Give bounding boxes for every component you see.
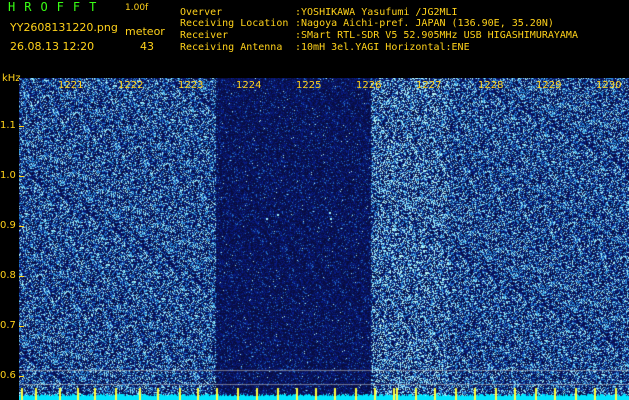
version-label: 1.00f [125, 3, 149, 13]
y-tick-mark [19, 376, 24, 377]
y-tick-label: 0.8 [0, 270, 16, 281]
antenna-value: :10mH 3el.YAGI Horizontal:ENE [295, 42, 470, 53]
x-tick-label: 1221 [58, 80, 84, 91]
y-unit-label: kHz [2, 73, 21, 84]
x-tick-label: 1226 [356, 80, 382, 91]
y-tick-label: 1.1 [0, 120, 16, 131]
filename-label: YY2608131220.png [10, 21, 118, 34]
x-tick-label: 1222 [118, 80, 144, 91]
y-tick-mark [19, 326, 24, 327]
y-tick-mark [19, 126, 24, 127]
x-tick-label: 1224 [236, 80, 262, 91]
y-tick-mark [19, 176, 24, 177]
spectrogram-canvas [19, 78, 629, 400]
antenna-line: Receiving Antenna [180, 42, 283, 53]
meteor-count: 43 [140, 40, 154, 53]
location-value: :Nagoya Aichi-pref. JAPAN (136.90E, 35.2… [295, 18, 554, 29]
x-tick-label: 1223 [178, 80, 204, 91]
x-tick-label: 1227 [416, 80, 442, 91]
meteor-label: meteor [125, 25, 165, 38]
datetime-label: 26.08.13 12:20 [10, 40, 95, 53]
y-tick-label: 0.7 [0, 320, 16, 331]
x-tick-label: 1229 [536, 80, 562, 91]
y-tick-label: 0.9 [0, 220, 16, 231]
receiver-line: Receiver [180, 30, 229, 41]
y-tick-mark [19, 226, 24, 227]
y-tick-mark [19, 276, 24, 277]
x-tick-label: 1225 [296, 80, 322, 91]
y-tick-label: 1.0 [0, 170, 16, 181]
app-name: HROFFT [8, 0, 106, 14]
y-tick-label: 0.6 [0, 370, 16, 381]
receiver-value: :SMart RTL-SDR V5 52.905MHz USB HIGASHIM… [295, 30, 578, 41]
x-tick-label: 1228 [478, 80, 504, 91]
x-tick-label: 1230 [596, 80, 622, 91]
location-line: Receiving Location [180, 18, 289, 29]
